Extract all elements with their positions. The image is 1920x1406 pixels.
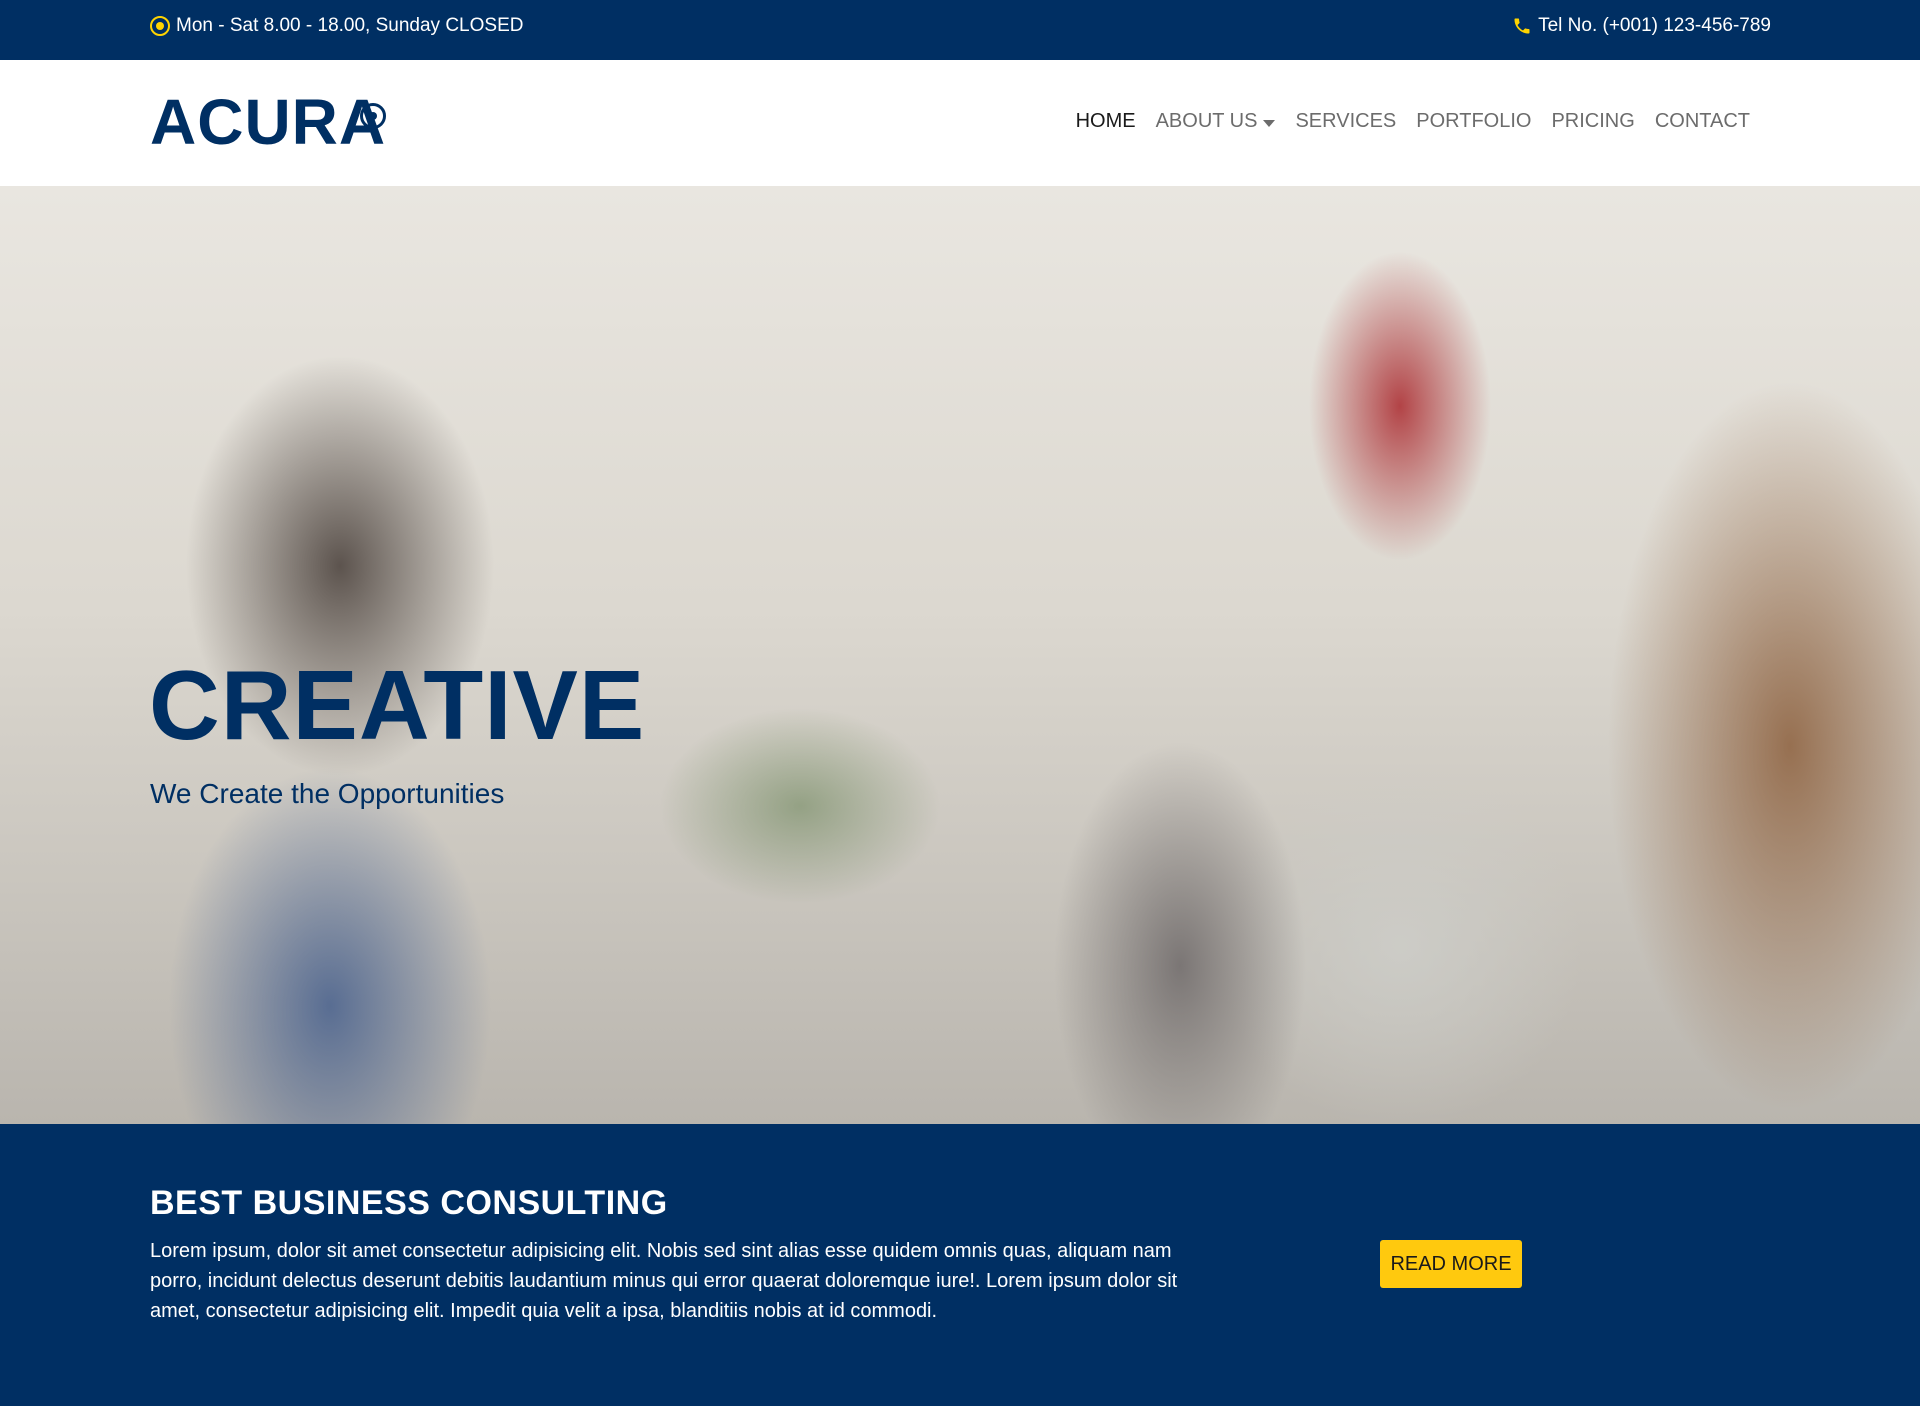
opening-hours: Mon - Sat 8.00 - 18.00, Sunday CLOSED xyxy=(150,0,523,52)
consulting-band: BEST BUSINESS CONSULTING Lorem ipsum, do… xyxy=(0,1124,1920,1406)
nav-services[interactable]: SERVICES xyxy=(1285,110,1406,133)
opening-hours-text: Mon - Sat 8.00 - 18.00, Sunday CLOSED xyxy=(176,15,524,36)
nav-portfolio[interactable]: PORTFOLIO xyxy=(1406,110,1541,133)
top-info-bar: Mon - Sat 8.00 - 18.00, Sunday CLOSED Te… xyxy=(0,0,1920,60)
band-heading: BEST BUSINESS CONSULTING xyxy=(150,1184,668,1222)
hero-title: CREATIVE xyxy=(149,650,646,760)
site-header: ACURA HOME ABOUT US SERVICES PORTFOLIO P… xyxy=(0,60,1920,186)
phone-info: Tel No. (+001) 123-456-789 xyxy=(1512,0,1771,52)
nav-about-us[interactable]: ABOUT US xyxy=(1146,110,1286,133)
phone-icon xyxy=(1514,18,1530,34)
band-text: Lorem ipsum, dolor sit amet consectetur … xyxy=(150,1240,1178,1322)
nav-contact[interactable]: CONTACT xyxy=(1645,110,1760,133)
clock-icon xyxy=(150,16,170,36)
phone-number: Tel No. (+001) 123-456-789 xyxy=(1538,15,1771,36)
logo[interactable]: ACURA xyxy=(150,90,386,154)
nav-pricing[interactable]: PRICING xyxy=(1541,110,1644,133)
chevron-down-icon xyxy=(1263,119,1276,127)
read-more-button[interactable]: READ MORE xyxy=(1380,1240,1522,1288)
logo-mark-icon xyxy=(360,103,386,129)
nav-about-us-label: ABOUT US xyxy=(1155,110,1258,132)
hero-banner: CREATIVE We Create the Opportunities xyxy=(0,186,1920,1124)
main-nav: HOME ABOUT US SERVICES PORTFOLIO PRICING… xyxy=(1066,110,1760,133)
nav-home[interactable]: HOME xyxy=(1066,110,1146,133)
hero-subtitle: We Create the Opportunities xyxy=(150,778,505,809)
